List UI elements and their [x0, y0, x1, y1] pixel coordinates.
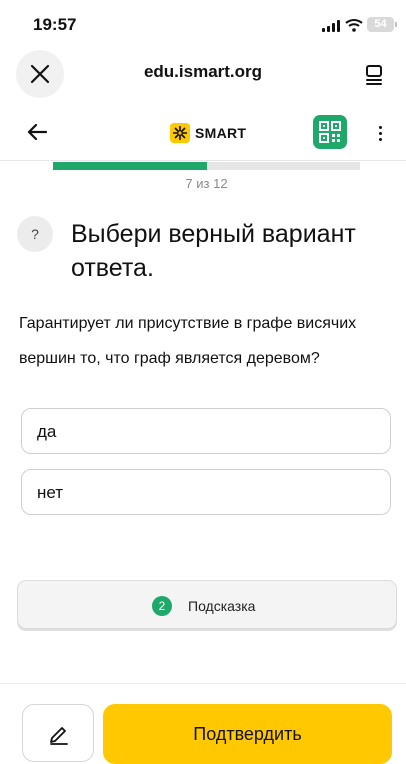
- progress-label: 7 из 12: [185, 176, 228, 191]
- edit-button[interactable]: [22, 704, 94, 762]
- qr-code-button[interactable]: [313, 115, 347, 149]
- pencil-icon: [50, 727, 68, 745]
- signal-icon: [322, 20, 340, 32]
- more-vertical-icon[interactable]: [370, 120, 390, 146]
- browser-bar: edu.ismart.org: [0, 46, 406, 102]
- progress-bar: [53, 162, 360, 170]
- back-arrow-icon[interactable]: [24, 118, 52, 146]
- answer-option-yes[interactable]: да: [21, 408, 391, 454]
- progress-fill: [53, 162, 207, 170]
- wifi-icon: [345, 19, 363, 32]
- question-help-icon[interactable]: ?: [17, 216, 53, 252]
- smart-logo: SMART: [170, 122, 246, 144]
- question-text: Гарантирует ли присутствие в графе висяч…: [19, 315, 357, 367]
- status-bar: 19:57 54: [0, 0, 406, 50]
- answer-option-no[interactable]: нет: [21, 469, 391, 515]
- hint-count-badge: 2: [152, 596, 172, 616]
- answer-option-label: нет: [37, 483, 64, 502]
- status-time: 19:57: [33, 15, 77, 34]
- url-text[interactable]: edu.ismart.org: [0, 62, 406, 82]
- tabs-icon[interactable]: [361, 62, 387, 88]
- question-title: Выбери верный вариант ответа.: [71, 220, 356, 282]
- smart-logo-mark: [170, 123, 190, 143]
- qr-code-icon: [319, 121, 341, 143]
- battery-icon: 54: [367, 17, 397, 32]
- confirm-button[interactable]: Подтвердить: [103, 704, 392, 764]
- app-header: SMART: [0, 104, 406, 161]
- bottom-action-bar: Подтвердить: [0, 683, 406, 764]
- hint-button[interactable]: 2 Подсказка: [17, 580, 397, 629]
- hint-label: Подсказка: [188, 598, 256, 614]
- answer-option-label: да: [37, 422, 57, 441]
- logo-text: SMART: [195, 125, 247, 141]
